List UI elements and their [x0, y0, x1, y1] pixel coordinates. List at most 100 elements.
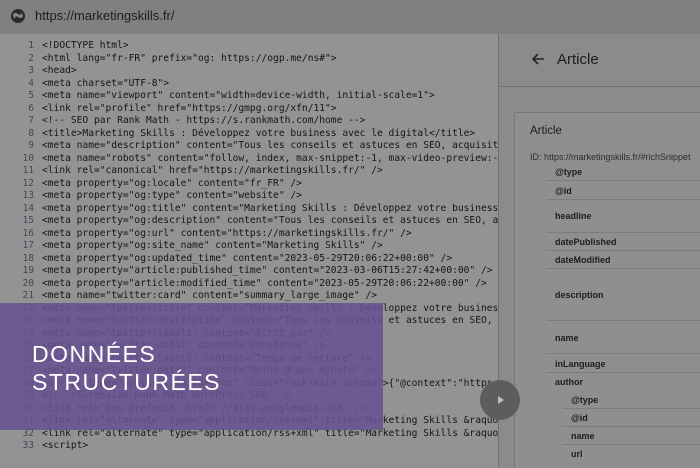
schema-property: name	[571, 431, 595, 441]
code-line: 16 <meta property="og:url" content="https…	[0, 227, 412, 241]
schema-property: headline	[555, 211, 592, 221]
line-number: 5	[28, 90, 34, 101]
code-text: <meta charset="UTF-8">	[42, 77, 170, 89]
code-text: <meta property="og:site_name" content="M…	[42, 240, 383, 251]
divider	[562, 444, 700, 445]
code-text: <meta property="og:type" content="websit…	[42, 190, 302, 201]
banner-title-line2: STRUCTURÉES	[32, 369, 222, 395]
url-text: https://marketingskills.fr/	[35, 8, 175, 23]
code-line: 8 <title>Marketing Skills : Développez vo…	[0, 128, 475, 141]
line-number: 10	[22, 152, 34, 164]
schema-property: description	[555, 290, 604, 300]
divider	[546, 180, 700, 181]
code-text: <meta name="twitter:card" content="summa…	[42, 290, 378, 301]
back-arrow-icon[interactable]	[530, 51, 546, 67]
code-text: <meta property="og:url" content="https:/…	[42, 227, 412, 239]
schema-property: datePublished	[555, 237, 617, 247]
schema-property: @type	[555, 167, 583, 177]
code-text: <html lang="fr-FR" prefix="og: https://o…	[42, 52, 337, 64]
schema-property: @id	[571, 413, 588, 423]
play-icon	[498, 396, 504, 404]
code-text: <meta property="og:updated_time" content…	[42, 252, 453, 264]
line-number: 7	[28, 115, 34, 126]
globe-icon	[11, 9, 25, 23]
code-line: 20 <meta property="article:modified_time"…	[0, 277, 487, 291]
line-number: 15	[22, 215, 34, 226]
code-line: 17 <meta property="og:site_name" content=…	[0, 240, 383, 253]
divider	[562, 408, 700, 409]
code-line: 3 <head>	[0, 65, 77, 78]
divider	[546, 268, 700, 269]
line-number: 1	[28, 40, 34, 51]
schema-property: inLanguage	[555, 359, 606, 369]
schema-property: dateModified	[555, 255, 611, 265]
code-text: <meta name="viewport" content="width=dev…	[42, 90, 435, 101]
code-text: <link rel="canonical" href="https://mark…	[42, 165, 383, 176]
code-text: <link rel="profile" href="https://gmpg.o…	[42, 102, 337, 114]
code-line: 4 <meta charset="UTF-8">	[0, 78, 169, 91]
schema-card	[514, 112, 700, 468]
code-text: <head>	[42, 65, 77, 76]
code-line: 21 <meta name="twitter:card" content="sum…	[0, 290, 377, 303]
code-line: 1 <!DOCTYPE html>	[0, 40, 129, 53]
schema-property: author	[555, 377, 583, 387]
line-number: 12	[22, 177, 34, 189]
schema-id: ID: https://marketingskills.fr/#richSnip…	[530, 152, 691, 162]
code-line: 12 <meta property="og:locale" content="fr…	[0, 177, 302, 191]
code-line: 6 <link rel="profile" href="https://gmpg.…	[0, 102, 337, 116]
divider	[562, 426, 700, 427]
code-line: 5 <meta name="viewport" content="width=de…	[0, 90, 435, 103]
divider	[546, 353, 700, 354]
code-line: 10 <meta name="robots" content="follow, i…	[0, 153, 498, 166]
code-text: <meta property="og:title" content="Marke…	[42, 202, 498, 214]
line-number: 13	[22, 190, 34, 201]
line-number: 4	[28, 77, 34, 89]
line-number: 14	[22, 202, 34, 214]
line-number: 8	[28, 127, 34, 139]
schema-property: @type	[571, 395, 599, 405]
divider	[546, 232, 700, 233]
code-line: 15 <meta property="og:description" conten…	[0, 215, 498, 228]
code-text: <meta name="description" content="Tous l…	[42, 140, 498, 151]
divider	[546, 320, 700, 321]
line-number: 11	[22, 165, 34, 176]
title-banner: DONNÉES STRUCTURÉES	[0, 303, 383, 430]
divider	[498, 86, 700, 87]
line-number: 19	[22, 265, 34, 276]
line-number: 21	[22, 290, 34, 301]
code-text: <title>Marketing Skills : Développez vot…	[42, 127, 476, 139]
code-line: 7 <!-- SEO par Rank Math - https://s.rank…	[0, 115, 365, 128]
line-number: 16	[22, 227, 34, 239]
code-line: 9 <meta name="description" content="Tous …	[0, 140, 498, 153]
code-text: <meta property="article:modified_time" c…	[42, 277, 487, 289]
code-text: <meta name="robots" content="follow, ind…	[42, 152, 498, 164]
code-line: 13 <meta property="og:type" content="webs…	[0, 190, 302, 203]
code-text: <!DOCTYPE html>	[42, 40, 129, 51]
code-text: <meta property="og:locale" content="fr_F…	[42, 177, 302, 189]
code-line: 14 <meta property="og:title" content="Mar…	[0, 203, 498, 216]
line-number: 20	[22, 277, 34, 289]
line-number: 17	[22, 240, 34, 251]
divider	[546, 199, 700, 200]
schema-property: name	[555, 333, 579, 343]
panel-title: Article	[557, 51, 599, 68]
code-text: <meta property="article:published_time" …	[42, 265, 493, 276]
code-line: 18 <meta property="og:updated_time" conte…	[0, 253, 452, 266]
schema-property: url	[571, 449, 583, 459]
line-number: 3	[28, 65, 34, 76]
code-line: 11 <link rel="canonical" href="https://ma…	[0, 165, 383, 178]
code-line: 2 <html lang="fr-FR" prefix="og: https://…	[0, 52, 337, 66]
code-line: 33 <script>	[0, 440, 88, 453]
play-button[interactable]	[480, 380, 520, 420]
banner-title-line1: DONNÉES	[32, 341, 157, 367]
schema-property: @id	[555, 186, 572, 196]
address-bar[interactable]: https://marketingskills.fr/	[0, 0, 700, 35]
line-number: 18	[22, 252, 34, 264]
line-number: 6	[28, 102, 34, 114]
code-text: <!-- SEO par Rank Math - https://s.rankm…	[42, 115, 366, 126]
divider	[546, 372, 700, 373]
code-line: 19 <meta property="article:published_time…	[0, 265, 493, 278]
line-number: 33	[22, 440, 34, 451]
divider	[546, 250, 700, 251]
code-text: <script>	[42, 440, 89, 451]
